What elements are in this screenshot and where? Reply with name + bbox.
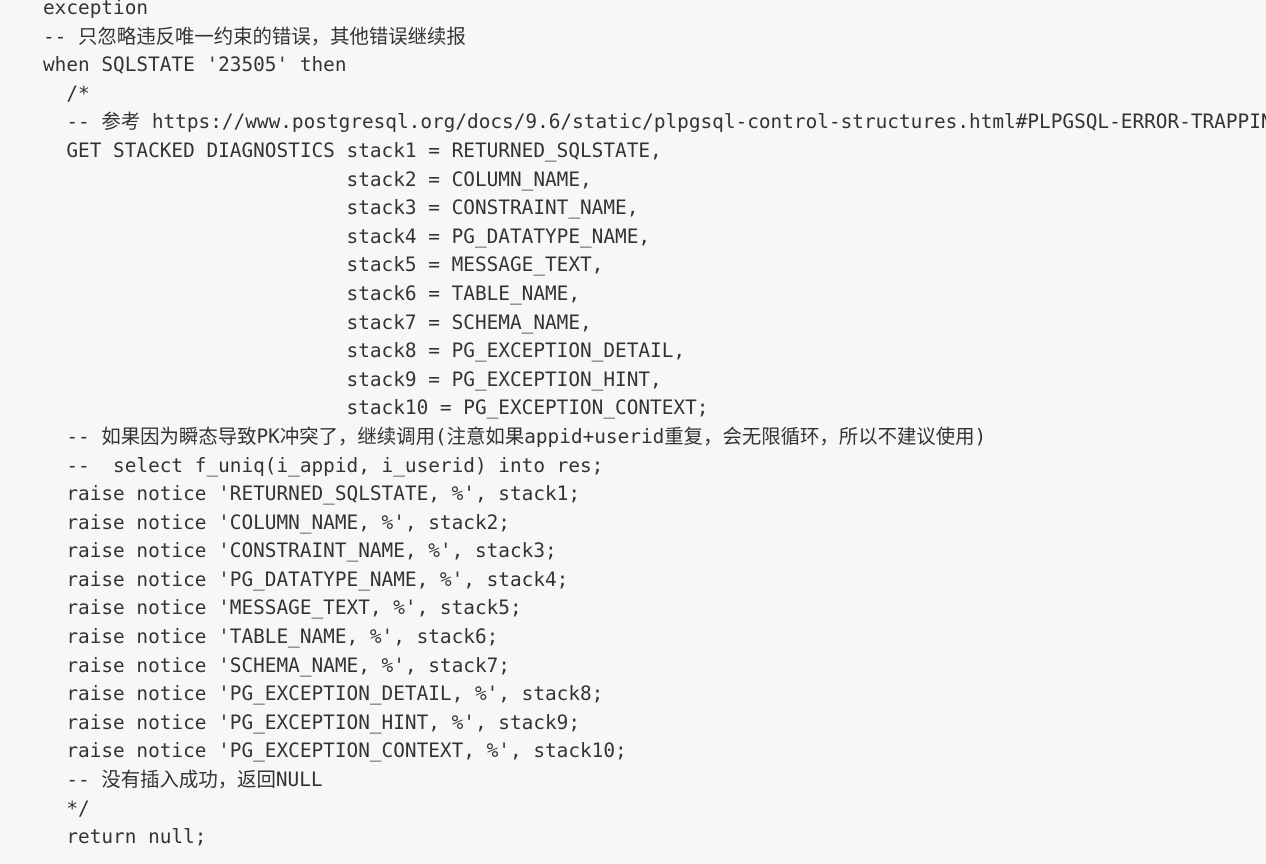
code-line: raise notice 'MESSAGE_TEXT, %', stack5; (43, 596, 522, 620)
code-line: stack7 = SCHEMA_NAME, (43, 310, 592, 334)
code-line: raise notice 'SCHEMA_NAME, %', stack7; (43, 653, 510, 677)
code-line: raise notice 'PG_EXCEPTION_DETAIL, %', s… (43, 682, 604, 706)
code-line: raise notice 'COLUMN_NAME, %', stack2; (43, 510, 510, 534)
code-line: stack2 = COLUMN_NAME, (43, 167, 592, 191)
code-line: /* (43, 81, 90, 105)
code-line: raise notice 'CONSTRAINT_NAME, %', stack… (43, 539, 557, 563)
code-line: GET STACKED DIAGNOSTICS stack1 = RETURNE… (43, 138, 662, 162)
code-line: stack5 = MESSAGE_TEXT, (43, 253, 604, 277)
code-line: stack3 = CONSTRAINT_NAME, (43, 196, 639, 220)
code-line: raise notice 'PG_EXCEPTION_HINT, %', sta… (43, 710, 581, 734)
code-content: exception -- 只忽略违反唯一约束的错误，其他错误继续报 when SQL… (0, 0, 1266, 852)
code-line: -- 参考 https://www.postgresql.org/docs/9.… (43, 110, 1266, 134)
code-line: -- select f_uniq(i_appid, i_userid) into… (43, 453, 604, 477)
code-line: raise notice 'PG_DATATYPE_NAME, %', stac… (43, 567, 569, 591)
code-line: -- 如果因为瞬态导致PK冲突了，继续调用(注意如果appid+userid重复… (43, 424, 987, 448)
code-line: stack4 = PG_DATATYPE_NAME, (43, 224, 651, 248)
code-line: -- 没有插入成功，返回NULL (43, 768, 323, 792)
code-line: */ (43, 796, 90, 820)
code-line: exception (43, 0, 149, 19)
code-line: raise notice 'PG_EXCEPTION_CONTEXT, %', … (43, 739, 627, 763)
code-line: when SQLSTATE '23505' then (43, 53, 347, 77)
code-line: stack10 = PG_EXCEPTION_CONTEXT; (43, 396, 709, 420)
code-block: exception -- 只忽略违反唯一约束的错误，其他错误继续报 when SQL… (0, 0, 1266, 864)
code-line: stack9 = PG_EXCEPTION_HINT, (43, 367, 662, 391)
code-line: raise notice 'TABLE_NAME, %', stack6; (43, 625, 499, 649)
code-line: -- 只忽略违反唯一约束的错误，其他错误继续报 (43, 24, 466, 48)
code-line: stack6 = TABLE_NAME, (43, 281, 581, 305)
code-line: raise notice 'RETURNED_SQLSTATE, %', sta… (43, 482, 581, 506)
code-line: stack8 = PG_EXCEPTION_DETAIL, (43, 339, 686, 363)
code-line: return null; (43, 825, 207, 849)
